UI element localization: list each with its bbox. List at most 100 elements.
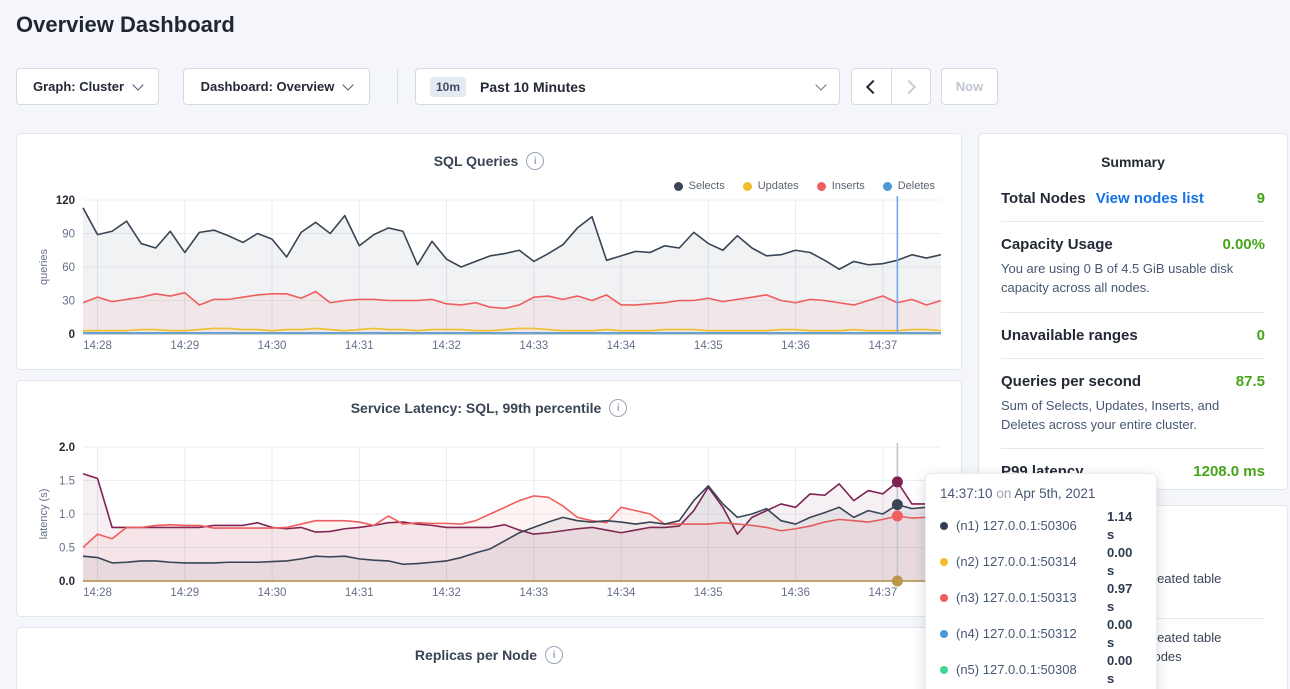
- sql-queries-chart[interactable]: 14:28 14:29 14:30 14:31 14:32 14:33 14:34 14:35…: [33, 189, 947, 361]
- svg-text:30: 30: [62, 296, 75, 308]
- summary-subtext: You are using 0 B of 4.5 GiB usable disk…: [1001, 260, 1265, 298]
- summary-label: Queries per second: [1001, 373, 1141, 390]
- time-range-selector[interactable]: 10m Past 10 Minutes: [415, 68, 840, 105]
- svg-text:14:29: 14:29: [170, 587, 199, 599]
- dashboard-dropdown[interactable]: Dashboard: Overview: [183, 68, 370, 105]
- tooltip-node-row: (n2) 127.0.0.1:50314 0.00 s: [940, 544, 1142, 580]
- time-range-badge: 10m: [430, 77, 466, 97]
- chevron-down-icon: [815, 79, 826, 90]
- summary-label: Total Nodes: [1001, 190, 1086, 207]
- node-color-dot-icon: [940, 558, 948, 566]
- svg-text:14:31: 14:31: [345, 587, 374, 599]
- tooltip-timestamp: 14:37:10 on Apr 5th, 2021: [940, 486, 1142, 501]
- sql-queries-title: SQL Queries: [434, 153, 519, 169]
- dashboard-dropdown-label: Dashboard: Overview: [201, 79, 335, 94]
- summary-value: 1208.0 ms: [1193, 463, 1265, 480]
- svg-text:14:34: 14:34: [607, 340, 636, 352]
- summary-rows: Total Nodes View nodes list 9 Capacity Usag…: [979, 170, 1287, 494]
- time-prev-button[interactable]: [852, 69, 891, 104]
- summary-value: 0: [1257, 327, 1265, 344]
- svg-text:0: 0: [69, 329, 75, 341]
- chevron-left-icon: [866, 79, 880, 93]
- tooltip-node-value: 0.97 s: [1107, 580, 1142, 616]
- svg-text:queries: queries: [38, 248, 50, 285]
- tooltip-node-label: (n1) 127.0.0.1:50306: [956, 517, 1099, 535]
- svg-text:14:28: 14:28: [83, 340, 112, 352]
- graph-dropdown-label: Graph: Cluster: [33, 79, 124, 94]
- summary-value: 0.00%: [1222, 236, 1265, 253]
- tooltip-node-value: 0.00 s: [1107, 652, 1142, 688]
- info-icon[interactable]: i: [526, 152, 544, 170]
- toolbar-divider: [397, 69, 398, 104]
- svg-text:120: 120: [56, 195, 75, 207]
- svg-text:14:37: 14:37: [868, 587, 897, 599]
- svg-text:0.0: 0.0: [59, 576, 75, 588]
- time-step-buttons: [851, 68, 931, 105]
- summary-row: Total Nodes View nodes list 9: [1001, 176, 1265, 222]
- svg-text:14:32: 14:32: [432, 340, 461, 352]
- svg-text:14:33: 14:33: [519, 587, 548, 599]
- tooltip-node-label: (n2) 127.0.0.1:50314: [956, 553, 1099, 571]
- info-icon[interactable]: i: [545, 646, 563, 664]
- node-color-dot-icon: [940, 522, 948, 530]
- replicas-title: Replicas per Node: [415, 647, 537, 663]
- svg-text:60: 60: [62, 262, 75, 274]
- svg-text:14:29: 14:29: [170, 340, 199, 352]
- overview-dashboard-page: Overview Dashboard Graph: Cluster Dashbo…: [0, 0, 1290, 689]
- svg-text:14:31: 14:31: [345, 340, 374, 352]
- now-button[interactable]: Now: [941, 68, 998, 105]
- svg-text:14:33: 14:33: [519, 340, 548, 352]
- view-nodes-list-link[interactable]: View nodes list: [1096, 190, 1204, 207]
- tooltip-node-row: (n5) 127.0.0.1:50308 0.00 s: [940, 652, 1142, 688]
- replicas-card: Replicas per Node i: [16, 627, 962, 689]
- summary-title: Summary: [979, 134, 1287, 170]
- info-icon[interactable]: i: [609, 399, 627, 417]
- svg-text:14:32: 14:32: [432, 587, 461, 599]
- svg-text:14:36: 14:36: [781, 587, 810, 599]
- node-color-dot-icon: [940, 594, 948, 602]
- tooltip-node-value: 0.00 s: [1107, 544, 1142, 580]
- time-next-button[interactable]: [891, 69, 931, 104]
- summary-value: 87.5: [1236, 373, 1265, 390]
- tooltip-node-row: (n4) 127.0.0.1:503120.00 s: [940, 616, 1142, 652]
- tooltip-node-label: (n3) 127.0.0.1:50313: [956, 589, 1099, 607]
- summary-panel: Summary Total Nodes View nodes list 9 Capac…: [978, 133, 1288, 490]
- svg-text:14:28: 14:28: [83, 587, 112, 599]
- svg-text:14:36: 14:36: [781, 340, 810, 352]
- latency-chart[interactable]: 14:28 14:29 14:30 14:31 14:32 14:33 14:34 14:35…: [33, 436, 947, 608]
- svg-text:14:34: 14:34: [607, 587, 636, 599]
- chevron-down-icon: [132, 79, 143, 90]
- svg-text:90: 90: [62, 229, 75, 241]
- svg-text:14:30: 14:30: [258, 340, 287, 352]
- summary-row: Capacity Usage 0.00% You are using 0 B of …: [1001, 222, 1265, 313]
- time-range-label: Past 10 Minutes: [480, 79, 586, 95]
- svg-text:14:35: 14:35: [694, 340, 723, 352]
- tooltip-node-label: (n5) 127.0.0.1:50308: [956, 661, 1099, 679]
- svg-text:latency (s): latency (s): [38, 489, 50, 540]
- chevron-down-icon: [343, 79, 354, 90]
- tooltip-node-row: (n3) 127.0.0.1:50313 0.97 s: [940, 580, 1142, 616]
- chevron-right-icon: [902, 79, 916, 93]
- summary-row: Queries per second87.5Sum of Selects, Up…: [1001, 359, 1265, 450]
- page-title: Overview Dashboard: [16, 12, 235, 38]
- summary-label: Capacity Usage: [1001, 236, 1113, 253]
- latency-title: Service Latency: SQL, 99th percentile: [351, 400, 602, 416]
- node-color-dot-icon: [940, 630, 948, 638]
- node-color-dot-icon: [940, 666, 948, 674]
- tooltip-node-value: 1.14 s: [1107, 508, 1142, 544]
- svg-text:14:30: 14:30: [258, 587, 287, 599]
- svg-text:14:35: 14:35: [694, 587, 723, 599]
- now-button-label: Now: [956, 79, 983, 94]
- svg-text:1.0: 1.0: [59, 509, 75, 521]
- svg-text:1.5: 1.5: [59, 476, 75, 488]
- svg-text:14:37: 14:37: [868, 340, 897, 352]
- chart-hover-tooltip: 14:37:10 on Apr 5th, 2021 (n1) 127.0.0.1…: [925, 473, 1157, 689]
- graph-dropdown[interactable]: Graph: Cluster: [16, 68, 159, 105]
- summary-row: Unavailable ranges0: [1001, 313, 1265, 359]
- svg-text:0.5: 0.5: [59, 543, 75, 555]
- latency-card: Service Latency: SQL, 99th percentile i …: [16, 380, 962, 617]
- tooltip-node-value: 0.00 s: [1107, 616, 1142, 652]
- summary-value: 9: [1257, 190, 1265, 207]
- svg-text:2.0: 2.0: [59, 442, 75, 454]
- sql-queries-card: SQL Queries i SelectsUpdatesInsertsDelet…: [16, 133, 962, 370]
